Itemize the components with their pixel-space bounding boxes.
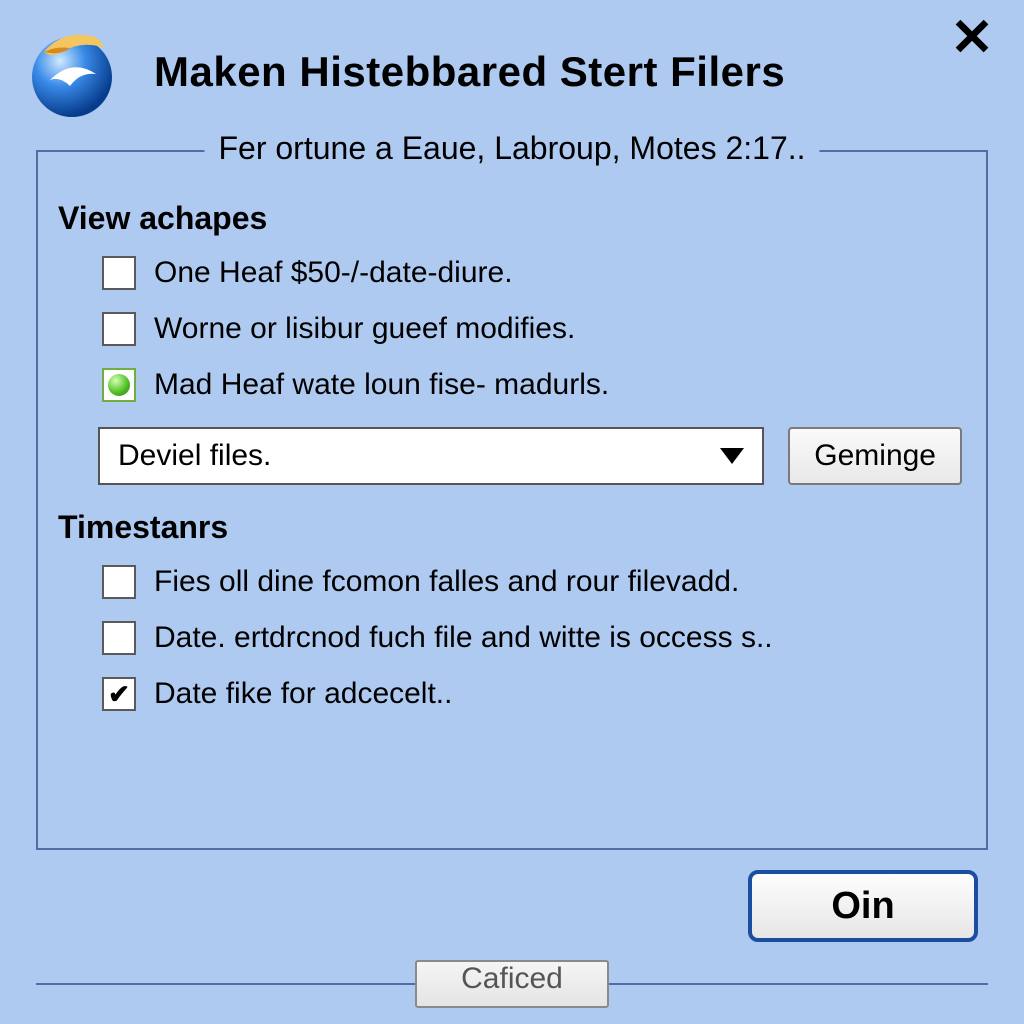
oin-button[interactable]: Oin — [748, 870, 978, 942]
app-icon — [22, 22, 122, 122]
options-groupbox: Fer ortune a Eaue, Labroup, Motes 2:17..… — [36, 150, 988, 850]
checkbox-view-3[interactable] — [102, 368, 136, 402]
checkbox-view-2-label: Worne or lisibur gueef modifies. — [154, 312, 575, 346]
checkbox-ts-2-label: Date. ertdrcnod fuch file and witte is o… — [154, 621, 773, 655]
checkbox-ts-3[interactable] — [102, 677, 136, 711]
groupbox-legend: Fer ortune a Eaue, Labroup, Motes 2:17.. — [204, 130, 819, 167]
close-icon[interactable]: ✕ — [950, 18, 994, 62]
section-view-title: View achapes — [58, 200, 986, 237]
checkbox-ts-3-label: Date fike for adcecelt.. — [154, 677, 452, 711]
checkbox-view-3-label: Mad Heaf wate loun fise- madurls. — [154, 368, 609, 402]
files-dropdown-value: Deviel files. — [118, 439, 271, 473]
files-dropdown[interactable]: Deviel files. — [98, 427, 764, 485]
checkbox-ts-1[interactable] — [102, 565, 136, 599]
checkbox-ts-1-label: Fies oll dine fcomon falles and rour fil… — [154, 565, 739, 599]
checkbox-view-1-label: One Heaf $50-/-date-diure. — [154, 256, 513, 290]
checkbox-view-2[interactable] — [102, 312, 136, 346]
section-timestamps-title: Timestanrs — [58, 509, 986, 546]
geminge-button[interactable]: Geminge — [788, 427, 962, 485]
caficed-button[interactable]: Caficed — [415, 960, 609, 1008]
chevron-down-icon — [720, 448, 744, 464]
checkbox-ts-2[interactable] — [102, 621, 136, 655]
checkbox-view-1[interactable] — [102, 256, 136, 290]
dialog-title: Maken Histebbared Stert Filers — [154, 48, 785, 96]
